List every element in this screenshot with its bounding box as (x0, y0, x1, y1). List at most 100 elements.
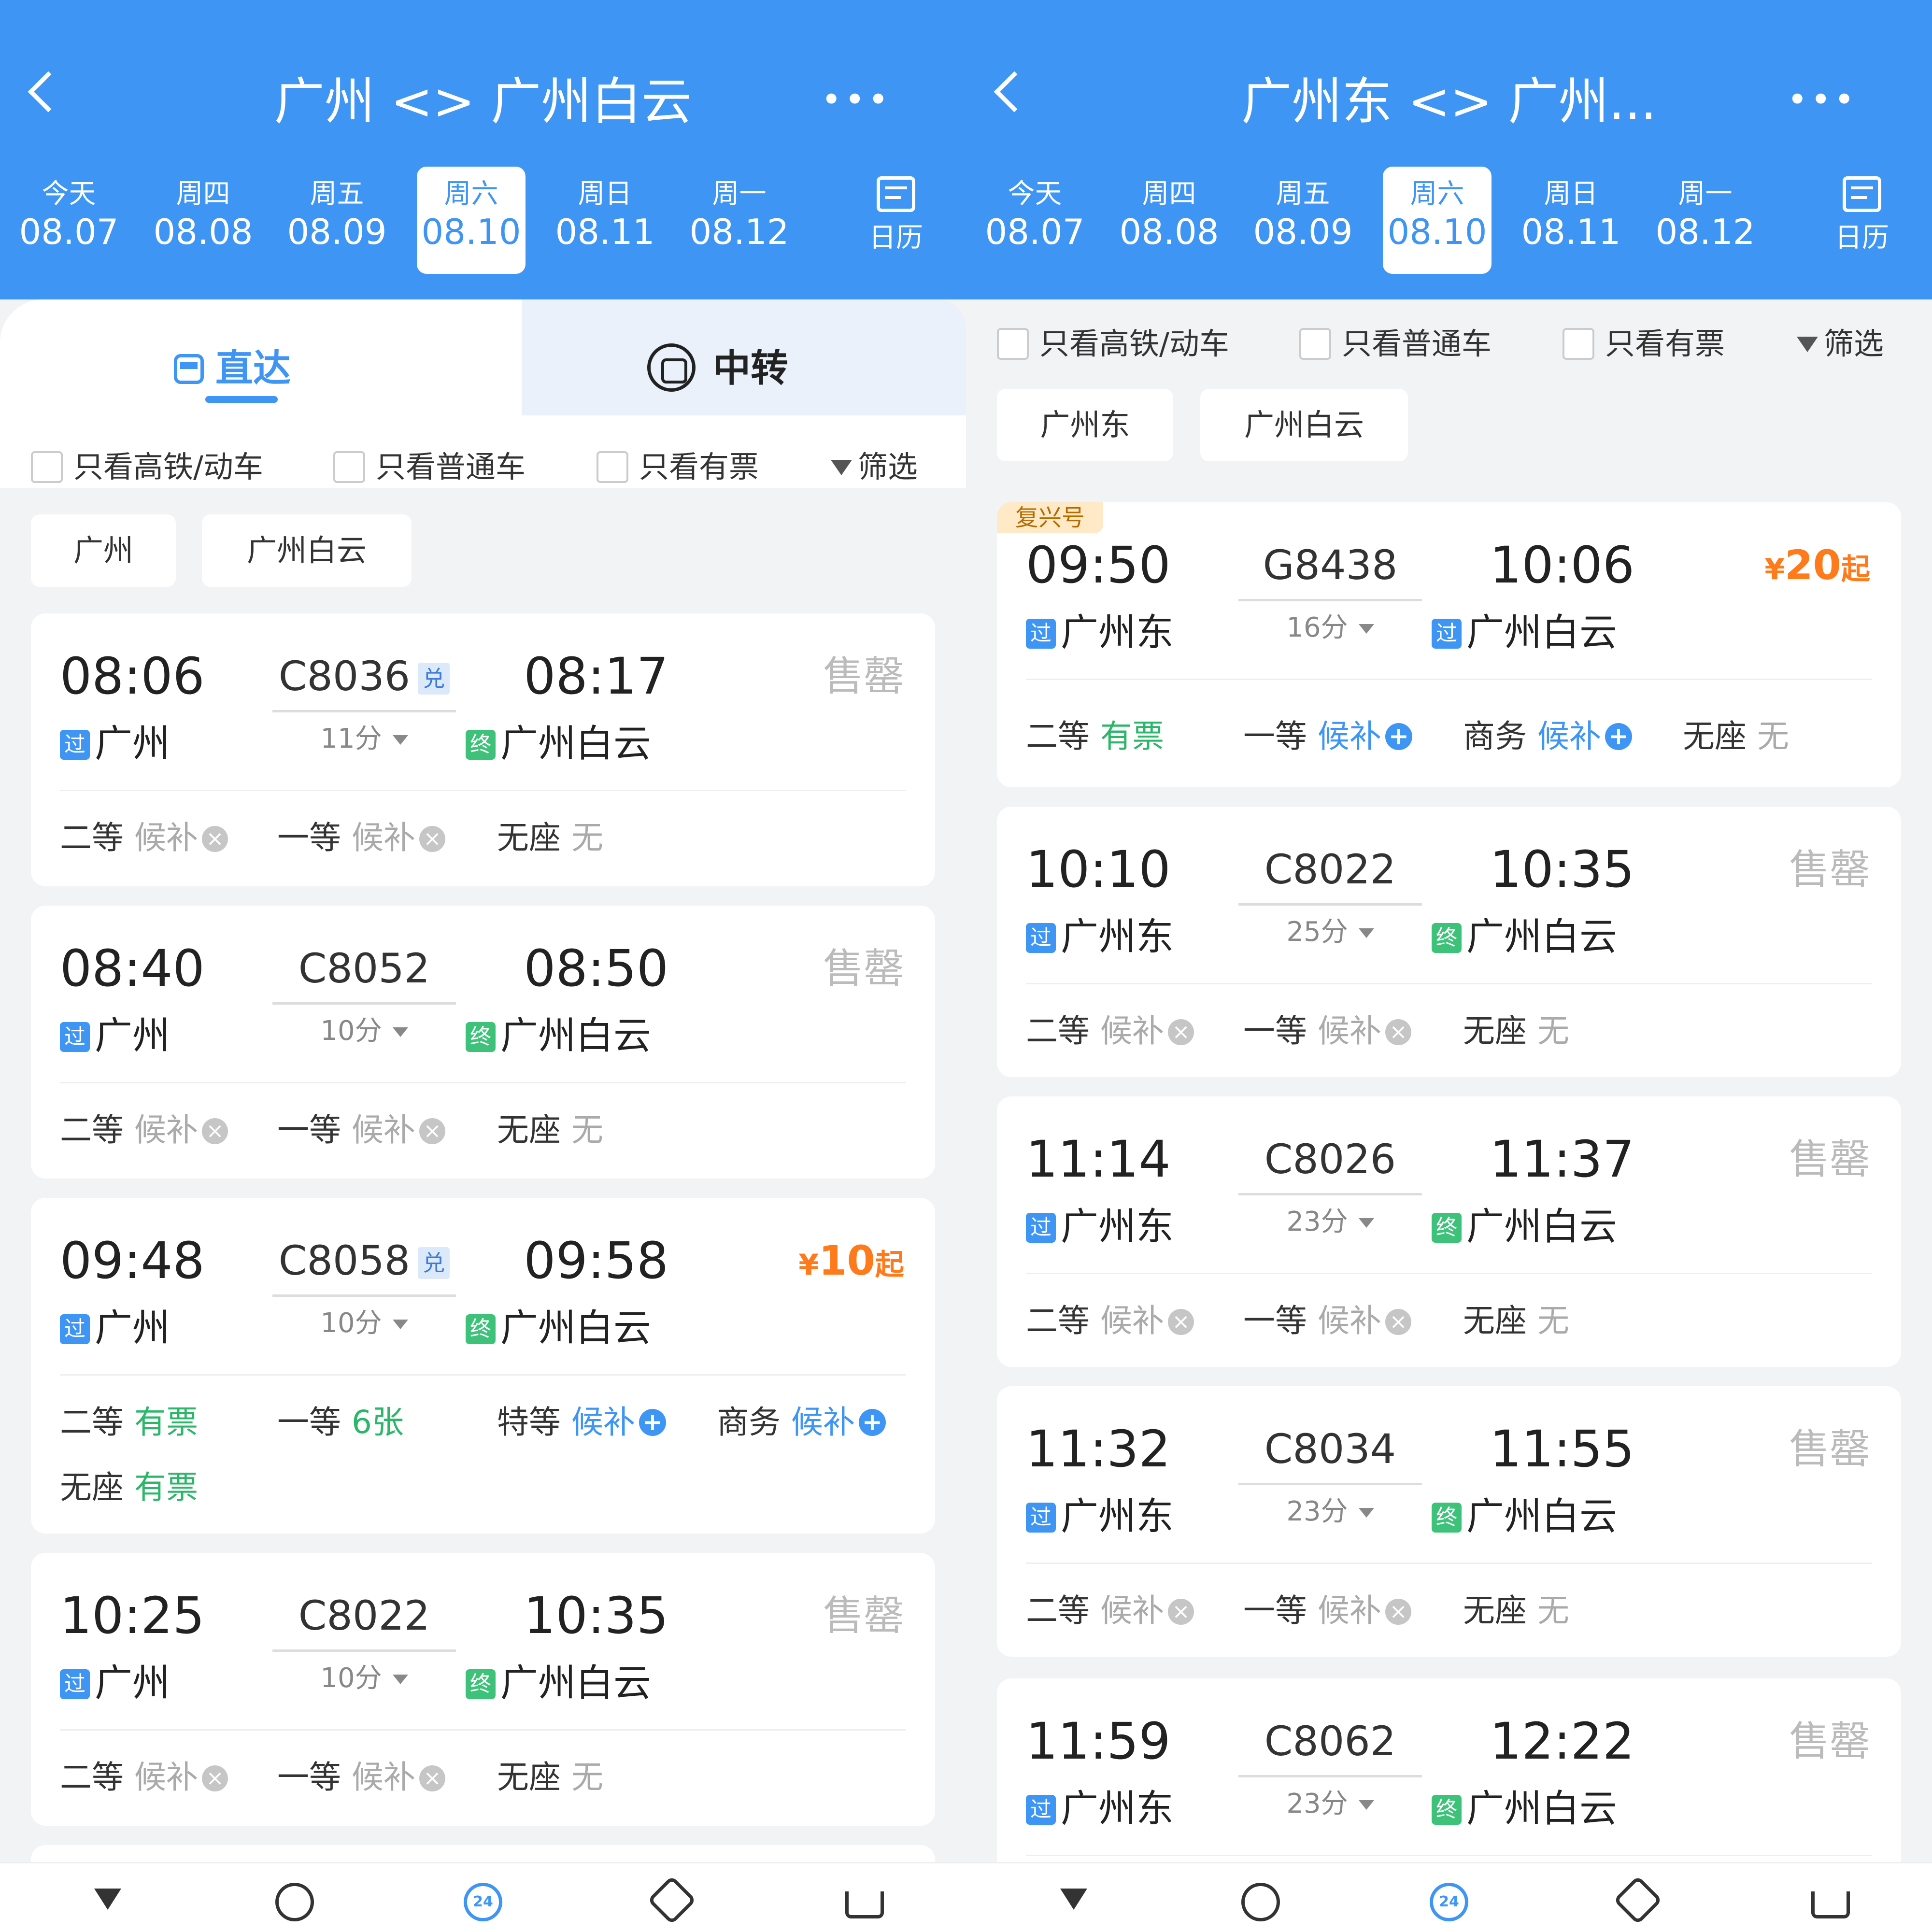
train-card[interactable]: 09:48 C8058 兑 10分 09:58 过广州 终广州白云 ¥10起 二等… (31, 1198, 935, 1534)
checkbox[interactable] (1299, 328, 1331, 360)
departure-time: 10:25 (60, 1586, 205, 1645)
filter-button[interactable]: 筛选 (831, 450, 918, 484)
duration[interactable]: 11分 (272, 720, 456, 758)
train-card[interactable]: 10:25 C8022 10分 10:35 过广州 终广州白云 售罄 二等 候补 ×… (31, 1553, 935, 1826)
more-icon[interactable]: ••• (821, 82, 891, 117)
checkbox[interactable] (333, 451, 365, 483)
back-arrow-icon[interactable] (28, 71, 69, 113)
train-card[interactable]: 复兴号 09:50 G8438 16分 10:06 过广州东 过广州白云 ¥20… (997, 502, 1901, 787)
24h-icon[interactable]: 24 (464, 1883, 502, 1921)
train-number: C8058 兑 (272, 1232, 456, 1290)
date-item[interactable]: 周一 08.12 (685, 167, 794, 274)
date-item[interactable]: 周日 08.11 (551, 167, 659, 274)
seat-second[interactable]: 二等 候补 × (60, 816, 228, 860)
date-item[interactable]: 周四 08.08 (1115, 167, 1223, 274)
calendar-button[interactable]: 日历 (1831, 176, 1893, 255)
tag-icon[interactable] (647, 1875, 696, 1925)
filter-available[interactable]: 只看有票 (597, 450, 759, 484)
station-chip[interactable]: 广州东 (997, 389, 1173, 461)
checkbox[interactable] (31, 451, 63, 483)
clock-icon[interactable] (275, 1883, 314, 1921)
filter-normal[interactable]: 只看普通车 (333, 450, 526, 484)
seat-second[interactable]: 二等 有票 (60, 1401, 198, 1444)
seat-second[interactable]: 二等 有票 (1026, 715, 1164, 758)
filter-available[interactable]: 只看有票 (1563, 327, 1725, 361)
seat-first[interactable]: 一等 候补 × (277, 1756, 445, 1799)
seat-first[interactable]: 一等 候补 × (1243, 1589, 1411, 1633)
departure-time: 11:14 (1026, 1130, 1171, 1189)
departure-time: 11:59 (1026, 1712, 1171, 1771)
price-status: 售罄 (1789, 846, 1870, 893)
seat-none[interactable]: 无座 有票 (60, 1466, 198, 1509)
24h-icon[interactable]: 24 (1430, 1883, 1468, 1921)
seat-second[interactable]: 二等 候补 × (1026, 1589, 1194, 1633)
to-station: 终广州白云 (1432, 1492, 1617, 1541)
checkbox[interactable] (997, 328, 1029, 360)
checkbox[interactable] (597, 451, 628, 483)
arrival-time: 10:06 (1490, 536, 1634, 595)
seat-first[interactable]: 一等 候补 × (1243, 1299, 1411, 1343)
seat-second[interactable]: 二等 候补 × (1026, 1009, 1194, 1053)
date-item-selected[interactable]: 周六 08.10 (1383, 167, 1492, 274)
more-icon[interactable]: ••• (1787, 82, 1857, 117)
date-item[interactable]: 周日 08.11 (1517, 167, 1625, 274)
tab-direct-label[interactable]: 直达 (174, 338, 291, 392)
tag-icon[interactable] (1613, 1875, 1662, 1925)
duration[interactable]: 23分 (1238, 1785, 1422, 1823)
duration[interactable]: 25分 (1238, 913, 1422, 952)
date-item[interactable]: 周四 08.08 (149, 167, 257, 274)
duration[interactable]: 23分 (1238, 1203, 1422, 1241)
seat-second[interactable]: 二等 候补 × (60, 1108, 228, 1152)
station-chip[interactable]: 广州白云 (202, 514, 412, 587)
date-item-selected[interactable]: 周六 08.10 (417, 167, 526, 274)
train-number: C8022 (298, 1592, 430, 1639)
filter-high-speed[interactable]: 只看高铁/动车 (997, 327, 1229, 361)
duration[interactable]: 23分 (1238, 1492, 1422, 1531)
cart-icon[interactable] (1811, 1891, 1850, 1918)
filter-button[interactable]: 筛选 (1797, 327, 1884, 361)
filter-high-speed[interactable]: 只看高铁/动车 (31, 450, 263, 484)
date-item[interactable]: 今天 08.07 (980, 167, 1089, 274)
duration[interactable]: 10分 (272, 1304, 456, 1343)
duration[interactable]: 16分 (1238, 609, 1422, 647)
train-card[interactable]: 11:59 C8062 23分 12:22 过广州东 终广州白云 售罄 (997, 1678, 1901, 1881)
date-item[interactable]: 周五 08.09 (1249, 167, 1357, 274)
date-item[interactable]: 今天 08.07 (14, 167, 123, 274)
filter-icon[interactable] (1060, 1889, 1087, 1910)
seat-second[interactable]: 二等 候补 × (60, 1756, 228, 1799)
seat-business[interactable]: 商务 候补 + (717, 1401, 886, 1444)
checkbox[interactable] (1563, 328, 1594, 360)
back-arrow-icon[interactable] (994, 71, 1035, 113)
seat-first[interactable]: 一等 候补 × (277, 1108, 445, 1152)
seat-second[interactable]: 二等 候补 × (1026, 1299, 1194, 1343)
header: 广州东 <> 广州... ••• 今天 08.07 周四 08.08 周五 08.09… (966, 0, 1932, 299)
station-chip[interactable]: 广州白云 (1200, 389, 1408, 461)
calendar-button[interactable]: 日历 (865, 176, 927, 255)
train-card[interactable]: 08:06 C8036 兑 11分 08:17 过广州 终广州白云 售罄 二等 候补… (31, 613, 935, 886)
cart-icon[interactable] (845, 1891, 884, 1918)
seat-first[interactable]: 一等 6张 (277, 1401, 404, 1444)
from-station: 过广州东 (1026, 1785, 1174, 1833)
station-chip[interactable]: 广州 (31, 514, 176, 587)
train-card[interactable]: 11:14 C8026 23分 11:37 过广州东 终广州白云 售罄 二等 候补… (997, 1096, 1901, 1367)
filter-icon[interactable] (94, 1889, 121, 1910)
to-station: 终广州白云 (1432, 1203, 1617, 1251)
date-item[interactable]: 周五 08.09 (283, 167, 391, 274)
seat-first[interactable]: 一等 候补 + (1243, 715, 1412, 758)
clock-icon[interactable] (1241, 1883, 1280, 1921)
tab-transfer-label[interactable]: 中转 (647, 338, 788, 392)
from-station: 过广州 (60, 720, 170, 768)
train-card[interactable]: 11:32 C8034 23分 11:55 过广州东 终广州白云 售罄 二等 候补… (997, 1386, 1901, 1657)
train-card[interactable]: 08:40 C8052 10分 08:50 过广州 终广州白云 售罄 二等 候补 ×… (31, 906, 935, 1179)
plus-circle-icon: + (639, 1409, 666, 1436)
duration[interactable]: 10分 (272, 1012, 456, 1051)
seat-premium[interactable]: 特等 候补 + (497, 1401, 666, 1444)
date-item[interactable]: 周一 08.12 (1651, 167, 1760, 274)
from-station: 过广州 (60, 1659, 170, 1707)
seat-first[interactable]: 一等 候补 × (277, 816, 445, 860)
seat-first[interactable]: 一等 候补 × (1243, 1009, 1411, 1053)
train-card[interactable]: 10:10 C8022 25分 10:35 过广州东 终广州白云 售罄 二等 候补… (997, 807, 1901, 1077)
duration[interactable]: 10分 (272, 1659, 456, 1698)
filter-normal[interactable]: 只看普通车 (1299, 327, 1492, 361)
seat-business[interactable]: 商务 候补 + (1463, 715, 1632, 758)
